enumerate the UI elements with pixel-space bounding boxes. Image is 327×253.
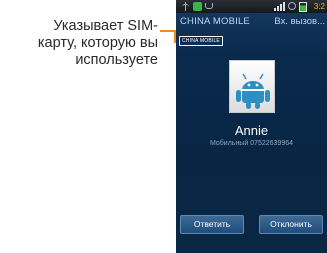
annotation-callout: Указывает SIM- карту, которую вы использ…: [0, 18, 158, 69]
status-bar: 3:2: [176, 0, 327, 13]
contact-name: Annie: [234, 123, 269, 138]
call-state: Вх. вызов...: [274, 16, 325, 27]
callout-line-1: Указывает SIM-: [53, 18, 158, 34]
android-contact-icon: [236, 73, 270, 109]
callout-line-3: используете: [75, 52, 158, 68]
callout-line-2: карту, которую вы: [37, 35, 158, 51]
notification-icon: [193, 2, 202, 11]
incoming-call-screen: 3:2 CHINA MOBILE Вх. вызов... CHINA MOBI…: [176, 0, 327, 253]
phone-icon: [205, 3, 213, 9]
carrier-name: CHINA MOBILE: [180, 16, 250, 27]
contact-number: Мобильный 07522639964: [209, 140, 294, 147]
battery-icon: [299, 2, 307, 12]
answer-button[interactable]: Ответить: [180, 215, 244, 234]
contact-photo: [229, 60, 275, 113]
sim-card-badge: CHINA MOBILE: [179, 36, 223, 46]
signal-icon: [270, 2, 285, 11]
usb-icon: [181, 2, 190, 11]
decline-button[interactable]: Отклонить: [259, 215, 323, 234]
alarm-icon: [288, 2, 296, 10]
status-time: 3:2: [313, 2, 325, 11]
call-header: CHINA MOBILE Вх. вызов...: [176, 13, 327, 28]
